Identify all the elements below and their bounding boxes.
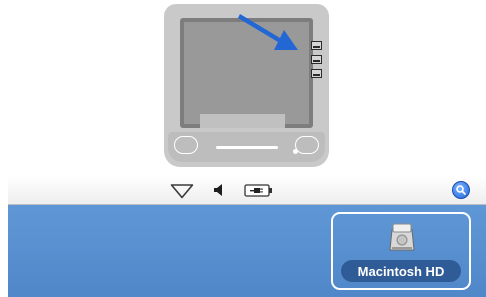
speaker-left xyxy=(174,136,198,154)
drive-icon xyxy=(311,55,322,64)
drive-icon xyxy=(311,69,322,78)
item-label-highlight: Macintosh HD xyxy=(341,260,461,282)
drive-icon xyxy=(311,41,322,50)
menu-bar xyxy=(8,176,486,205)
hard-drive-icon[interactable] xyxy=(389,222,415,252)
arrow-icon xyxy=(238,14,298,50)
dock xyxy=(200,114,285,128)
desktop-item-macintosh-hd[interactable]: Macintosh HD xyxy=(331,212,471,290)
disc-slot xyxy=(216,146,278,149)
volume-icon[interactable] xyxy=(212,183,226,197)
battery-icon[interactable] xyxy=(244,184,274,197)
speaker-right xyxy=(295,136,319,154)
power-light xyxy=(293,149,298,154)
spotlight-icon[interactable] xyxy=(452,181,470,199)
desktop: Macintosh HD xyxy=(8,205,486,297)
item-label: Macintosh HD xyxy=(357,263,445,279)
imac-base xyxy=(168,132,325,162)
wifi-icon[interactable] xyxy=(170,183,194,199)
